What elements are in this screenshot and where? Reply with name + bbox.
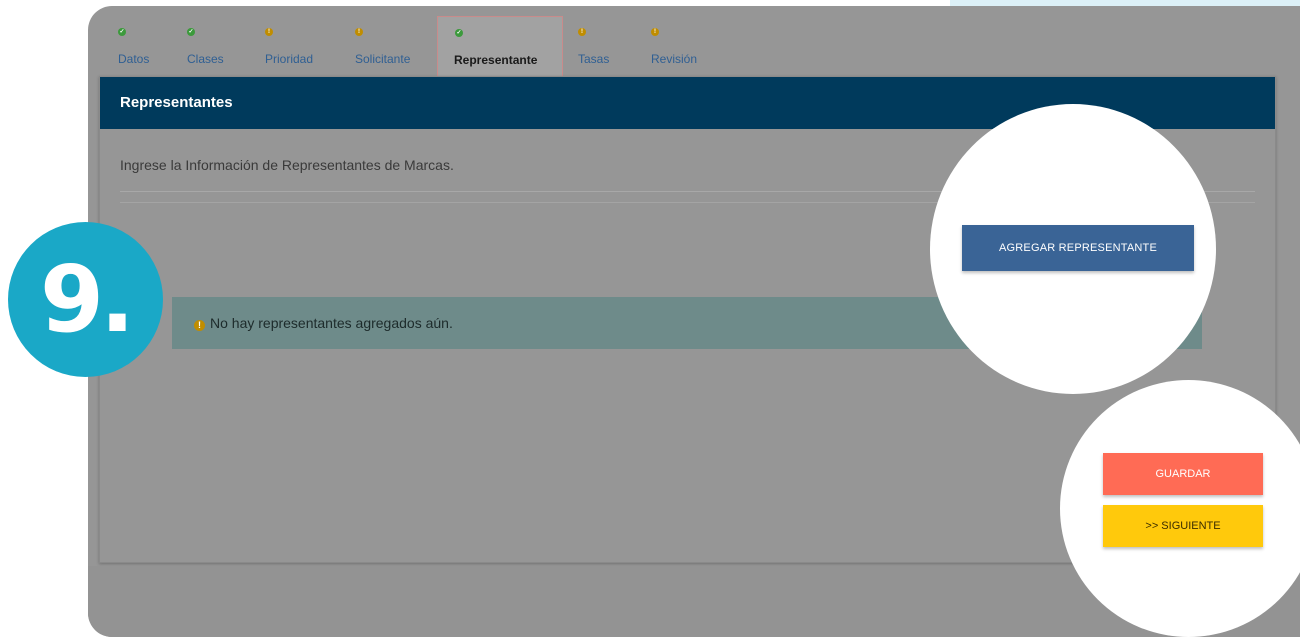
tab-representante[interactable]: ✓ Representante [437,16,563,77]
warning-icon: ! [651,28,659,36]
tab-clases[interactable]: ✓ Clases [187,6,237,76]
check-icon: ✓ [455,29,463,37]
add-representative-button[interactable]: AGREGAR REPRESENTANTE [962,225,1194,271]
info-icon: ! [194,320,205,331]
tab-label: Solicitante [355,52,411,66]
tab-label: Clases [187,52,224,66]
tab-label: Datos [118,52,150,66]
save-button[interactable]: GUARDAR [1103,453,1263,495]
next-button[interactable]: >> SIGUIENTE [1103,505,1263,547]
intro-text: Ingrese la Información de Representantes… [120,157,454,173]
tab-label: Representante [454,53,538,67]
check-icon: ✓ [118,28,126,36]
tab-datos[interactable]: ✓ Datos [118,6,163,76]
tab-tasas[interactable]: ! Tasas [578,6,618,76]
tab-prioridad[interactable]: ! Prioridad [265,6,325,76]
tab-label: Revisión [651,52,698,66]
tab-solicitante[interactable]: ! Solicitante [355,6,425,76]
empty-message: No hay representantes agregados aún. [210,315,453,331]
warning-icon: ! [578,28,586,36]
warning-icon: ! [355,28,363,36]
tab-label: Prioridad [265,52,314,66]
step-number-badge: 9. [8,222,163,377]
check-icon: ✓ [187,28,195,36]
tab-label: Tasas [578,52,610,66]
warning-icon: ! [265,28,273,36]
tab-revision[interactable]: ! Revisión [651,6,711,76]
